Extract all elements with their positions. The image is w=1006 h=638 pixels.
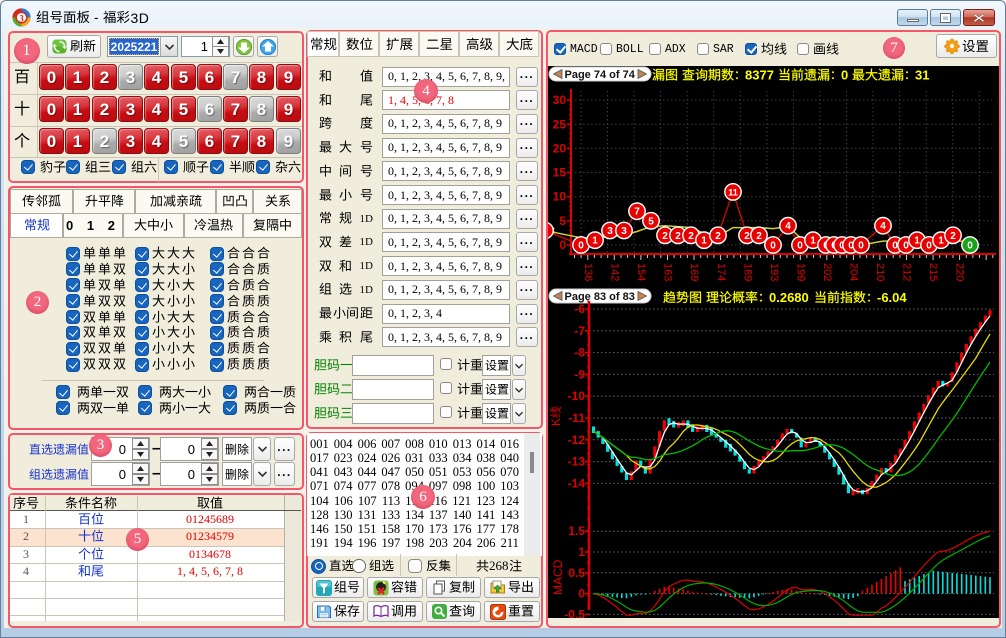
svg-text:1: 1: [701, 236, 707, 247]
svg-text:2: 2: [756, 231, 762, 242]
svg-text:-6: -6: [574, 302, 585, 316]
svg-text:163: 163: [662, 263, 674, 281]
svg-text:2: 2: [744, 231, 750, 242]
svg-text:0: 0: [578, 241, 584, 252]
svg-text:2: 2: [715, 231, 721, 242]
svg-text:0: 0: [858, 241, 864, 252]
svg-text:5: 5: [559, 214, 566, 228]
svg-text:3: 3: [621, 226, 627, 237]
svg-text:189: 189: [741, 263, 753, 281]
svg-text:4: 4: [880, 221, 886, 232]
svg-text:174: 174: [715, 263, 727, 281]
svg-text:2: 2: [950, 231, 956, 242]
svg-text:0: 0: [770, 241, 776, 252]
svg-text:-12: -12: [568, 433, 586, 447]
svg-text:MACD: MACD: [551, 559, 565, 595]
svg-text:0: 0: [841, 68, 848, 83]
svg-text:169: 169: [688, 263, 700, 281]
svg-text:204: 204: [848, 263, 860, 281]
svg-text:5: 5: [648, 216, 654, 227]
svg-text:7: 7: [634, 207, 640, 218]
svg-text:1: 1: [938, 236, 944, 247]
svg-text:136: 136: [582, 263, 594, 281]
svg-text:199: 199: [794, 263, 806, 281]
svg-text:-0.5: -0.5: [564, 607, 585, 618]
svg-text:4: 4: [785, 221, 791, 232]
svg-text:0: 0: [926, 241, 932, 252]
svg-text:220: 220: [954, 263, 966, 281]
svg-text:10: 10: [553, 190, 567, 204]
svg-text:1.5: 1.5: [568, 524, 585, 538]
svg-text:-10: -10: [568, 389, 586, 403]
svg-text:1: 1: [592, 236, 598, 247]
svg-text:0: 0: [797, 241, 803, 252]
svg-text:31: 31: [915, 68, 929, 83]
svg-text:-13: -13: [568, 455, 586, 469]
svg-text:2: 2: [688, 231, 694, 242]
svg-text:210: 210: [874, 263, 886, 281]
svg-text:-11: -11: [568, 411, 585, 425]
svg-text:202: 202: [821, 263, 833, 281]
svg-text:193: 193: [768, 263, 780, 281]
svg-text:2: 2: [662, 231, 668, 242]
svg-text:0.5: 0.5: [568, 566, 585, 580]
svg-text:K: K: [549, 418, 563, 426]
svg-text:-8: -8: [574, 346, 585, 360]
svg-text:142: 142: [609, 263, 621, 281]
svg-text:1: 1: [914, 236, 920, 247]
svg-text:1: 1: [578, 545, 585, 559]
svg-text:-7: -7: [574, 324, 585, 338]
svg-text:-9: -9: [574, 367, 585, 381]
svg-text:0: 0: [578, 587, 585, 601]
svg-text:2: 2: [675, 231, 681, 242]
svg-text:25: 25: [553, 117, 567, 131]
svg-text:0.2680: 0.2680: [769, 290, 809, 305]
svg-text:215: 215: [927, 263, 939, 281]
svg-text:1: 1: [810, 236, 816, 247]
svg-text:154: 154: [635, 263, 647, 281]
svg-text:15: 15: [553, 166, 567, 180]
svg-text:-6.04: -6.04: [877, 290, 907, 305]
svg-text:212: 212: [901, 263, 913, 281]
svg-text:30: 30: [553, 93, 567, 107]
svg-text:-14: -14: [568, 476, 586, 490]
svg-text:0: 0: [967, 241, 973, 252]
svg-text:20: 20: [553, 141, 567, 155]
svg-text:Page 74 of 74: Page 74 of 74: [565, 69, 636, 81]
svg-text:0: 0: [559, 238, 566, 252]
svg-text:3: 3: [19, 13, 24, 23]
svg-text:11: 11: [728, 187, 738, 197]
svg-text:8377: 8377: [745, 68, 774, 83]
svg-text:3: 3: [607, 226, 613, 237]
